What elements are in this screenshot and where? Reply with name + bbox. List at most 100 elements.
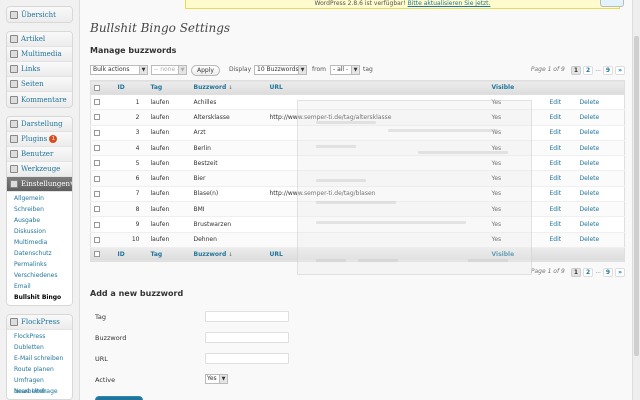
row-checkbox[interactable] [94, 114, 100, 121]
edit-link[interactable]: Edit [550, 114, 562, 121]
delete-link[interactable]: Delete [580, 175, 600, 182]
tag-filter-select[interactable]: - all - ▼ [330, 65, 360, 75]
add-buzzword-button[interactable] [95, 396, 143, 400]
submenu-item[interactable]: Schreiben [7, 204, 72, 215]
col-id-footer[interactable]: ID [114, 246, 148, 262]
menu-comments[interactable]: Kommentare [7, 92, 72, 107]
page-link-last[interactable]: 9 [602, 65, 614, 75]
cell-edit: Edit [546, 201, 577, 218]
row-checkbox-cell [90, 201, 115, 218]
bulk-actions-select[interactable]: Bulk actions ▼ [90, 65, 148, 75]
page-link-current[interactable]: 1 [570, 65, 581, 75]
menu-tools[interactable]: Werkzeuge [7, 162, 72, 177]
edit-link[interactable]: Edit [550, 206, 562, 213]
submenu-item[interactable]: Email [7, 281, 72, 292]
update-now-link[interactable]: Bitte aktualisieren Sie jetzt. [408, 0, 491, 7]
submenu-item[interactable]: Multimedia [7, 237, 72, 248]
col-buzzword[interactable]: Buzzword ↓ [190, 80, 267, 95]
tag-input[interactable] [205, 311, 289, 322]
bulk-target-select[interactable]: -- none -- ▼ [151, 65, 187, 75]
delete-link[interactable]: Delete [580, 145, 600, 152]
page-scrollbar[interactable] [632, 0, 640, 400]
delete-link[interactable]: Delete [580, 221, 600, 228]
col-url[interactable]: URL [266, 80, 489, 95]
row-checkbox[interactable] [94, 221, 100, 228]
page-link-next[interactable]: » [615, 267, 625, 277]
table-header-row: ID Tag Buzzword ↓ URL Visible [90, 80, 625, 95]
submenu-item-bullshit-bingo[interactable]: Bullshit Bingo [7, 292, 72, 303]
col-id[interactable]: ID [114, 80, 148, 95]
url-input[interactable] [205, 353, 289, 364]
table-row: 10 laufen Dehnen Yes Edit Delete [90, 232, 625, 248]
apply-button[interactable]: Apply [191, 65, 220, 76]
col-visible[interactable]: Visible [488, 80, 547, 95]
edit-link[interactable]: Edit [550, 145, 562, 152]
row-checkbox[interactable] [94, 160, 100, 167]
row-checkbox[interactable] [94, 99, 100, 106]
edit-link[interactable]: Edit [550, 160, 562, 167]
col-url-footer[interactable]: URL [266, 246, 489, 262]
page-link[interactable]: 2 [583, 267, 594, 277]
menu-posts[interactable]: Artikel [7, 32, 72, 47]
page-link-last[interactable]: 9 [602, 267, 614, 277]
delete-link[interactable]: Delete [580, 114, 600, 121]
buzzword-input[interactable] [205, 332, 289, 343]
select-all-checkbox[interactable] [94, 84, 100, 91]
scrollbar-thumb[interactable] [634, 36, 639, 356]
col-tag-footer[interactable]: Tag [147, 246, 191, 262]
edit-link[interactable]: Edit [550, 175, 562, 182]
edit-link[interactable]: Edit [550, 99, 562, 106]
submenu-item[interactable]: Umfragen bearbeiten [7, 375, 72, 395]
menu-dashboard[interactable]: Übersicht [7, 7, 72, 22]
edit-link[interactable]: Edit [550, 190, 562, 197]
menu-users[interactable]: Benutzer [7, 147, 72, 162]
collapse-arrow-icon[interactable]: ▼ [70, 181, 72, 187]
submenu-item[interactable]: Diskussion [7, 226, 72, 237]
page-link[interactable]: 2 [583, 65, 594, 75]
help-tab-button[interactable] [600, 0, 624, 7]
col-tag[interactable]: Tag [147, 80, 191, 95]
edit-link[interactable]: Edit [550, 221, 562, 228]
menu-flockpress[interactable]: FlockPress [7, 315, 72, 330]
delete-link[interactable]: Delete [580, 160, 600, 167]
per-page-select[interactable]: 10 Buzzwords ▼ [254, 65, 307, 75]
menu-media[interactable]: Multimedia [7, 47, 72, 62]
active-select[interactable]: Yes ▼ [205, 374, 228, 384]
submenu-item[interactable]: Verschiedenes [7, 270, 72, 281]
delete-link[interactable]: Delete [580, 99, 600, 106]
select-all-checkbox-footer[interactable] [94, 251, 100, 258]
edit-link[interactable]: Edit [550, 129, 562, 136]
delete-link[interactable]: Delete [580, 236, 600, 243]
menu-settings[interactable]: Einstellungen▼ [7, 177, 72, 192]
col-visible-footer[interactable]: Visible [488, 246, 547, 262]
page-link-current[interactable]: 1 [570, 267, 581, 277]
submenu-item[interactable]: Allgemein [7, 193, 72, 204]
menu-appearance[interactable]: Darstellung [7, 117, 72, 132]
edit-link[interactable]: Edit [550, 236, 562, 243]
page-link-next[interactable]: » [615, 65, 625, 75]
submenu-item[interactable]: E-Mail schreiben [7, 353, 72, 364]
delete-link[interactable]: Delete [580, 190, 600, 197]
url-field-label: URL [95, 355, 108, 363]
col-buzzword-footer[interactable]: Buzzword ↓ [190, 246, 267, 262]
menu-pages[interactable]: Seiten [7, 77, 72, 92]
submenu-item[interactable]: FlockPress [7, 331, 72, 342]
cell-visible: Yes [488, 109, 547, 126]
row-checkbox[interactable] [94, 129, 100, 136]
row-checkbox[interactable] [94, 190, 100, 197]
submenu-item[interactable]: Ausgabe [7, 215, 72, 226]
row-checkbox[interactable] [94, 175, 100, 182]
delete-link[interactable]: Delete [580, 206, 600, 213]
row-checkbox[interactable] [94, 206, 100, 213]
delete-link[interactable]: Delete [580, 129, 600, 136]
submenu-item[interactable]: Route planen [7, 364, 72, 375]
submenu-item[interactable]: Datenschutz [7, 248, 72, 259]
menu-links[interactable]: Links [7, 62, 72, 77]
row-checkbox[interactable] [94, 145, 100, 152]
menu-plugins[interactable]: Plugins 1 [7, 132, 72, 147]
submenu-item[interactable]: Permalinks [7, 259, 72, 270]
buzzwords-table: ID Tag Buzzword ↓ URL Visible 1 laufen Ach… [90, 80, 625, 262]
submenu-item[interactable]: Neue Umfrage [7, 386, 72, 397]
row-checkbox[interactable] [94, 236, 100, 243]
submenu-item[interactable]: Dubletten [7, 342, 72, 353]
